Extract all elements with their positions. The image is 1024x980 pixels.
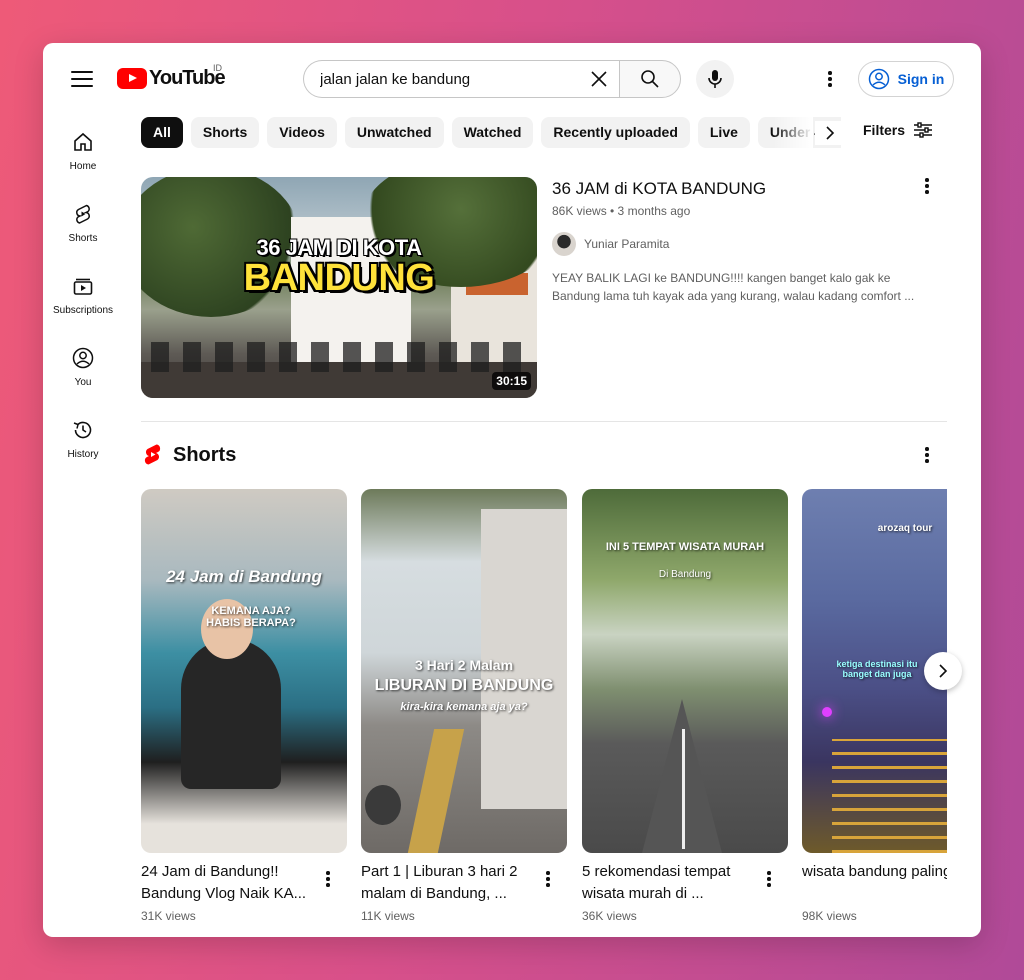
history-icon (73, 421, 92, 438)
chips-next-button[interactable] (815, 121, 845, 145)
clear-search-icon[interactable] (589, 69, 609, 89)
signin-button[interactable]: Sign in (858, 61, 954, 97)
short-overlay-subtext: KEMANA AJA? HABIS BERAPA? (206, 605, 296, 629)
short-sidewalk-line (407, 729, 465, 853)
filter-chips-bar: All Shorts Videos Unwatched Watched Recently … (141, 117, 841, 149)
chip-videos[interactable]: Videos (267, 117, 337, 148)
home-icon (74, 132, 92, 151)
chevron-right-icon (939, 664, 948, 678)
short-overlay-text: INI 5 TEMPAT WISATA MURAH (605, 541, 765, 553)
video-duration: 30:15 (492, 372, 531, 390)
chip-recently-uploaded[interactable]: Recently uploaded (541, 117, 690, 148)
short-thumbnail[interactable]: INI 5 TEMPAT WISATA MURAH Di Bandung (582, 489, 788, 853)
search-box (303, 60, 619, 98)
shorts-more-icon[interactable] (917, 444, 937, 466)
voice-search-button[interactable] (696, 60, 734, 98)
you-icon (72, 347, 94, 368)
short-overlay-subtext: LIBURAN DI BANDUNG (374, 677, 554, 694)
chevron-right-icon (826, 126, 835, 140)
short-card: INI 5 TEMPAT WISATA MURAH Di Bandung 5 r… (582, 489, 788, 923)
short-bridge (832, 739, 947, 853)
chip-all[interactable]: All (141, 117, 183, 148)
video-title[interactable]: 36 JAM di KOTA BANDUNG (552, 179, 766, 199)
short-overlay-caption: kira-kira kemana aja ya? (400, 701, 528, 713)
youtube-logo[interactable]: YouTube ID (117, 63, 226, 90)
shorts-section-header: Shorts (143, 443, 236, 467)
mic-icon (708, 70, 722, 88)
youtube-play-icon (117, 68, 147, 89)
shorts-icon (76, 204, 90, 224)
sidebar-item-shorts[interactable]: Shorts (43, 187, 123, 259)
short-card: 3 Hari 2 Malam LIBURAN DI BANDUNG kira-k… (361, 489, 567, 923)
thumb-motorbikes (151, 342, 531, 372)
filters-button[interactable]: Filters (863, 121, 933, 139)
sidebar-item-home[interactable]: Home (43, 115, 123, 187)
short-title[interactable]: Part 1 | Liburan 3 hari 2 malam di Bandu… (361, 861, 536, 905)
country-code: ID (213, 63, 222, 73)
section-divider (141, 421, 947, 422)
search-input[interactable] (320, 70, 570, 88)
sidebar-item-history[interactable]: History (43, 403, 123, 475)
short-title[interactable]: 5 rekomendasi tempat wisata murah di ... (582, 861, 757, 905)
video-description: YEAY BALIK LAGI ke BANDUNG!!!! kangen ba… (552, 271, 915, 303)
chips-fade (773, 117, 813, 149)
sidebar-item-you[interactable]: You (43, 331, 123, 403)
channel-avatar[interactable] (552, 232, 576, 256)
video-channel[interactable]: Yuniar Paramita (552, 232, 669, 256)
sidebar-label: You (74, 376, 92, 388)
shorts-shelf: 24 Jam di Bandung KEMANA AJA? HABIS BERA… (141, 489, 947, 929)
short-title[interactable]: wisata bandung paling bagus untuk pertam… (802, 861, 947, 883)
video-more-icon[interactable] (917, 175, 937, 197)
short-thumbnail[interactable]: 3 Hari 2 Malam LIBURAN DI BANDUNG kira-k… (361, 489, 567, 853)
chip-shorts[interactable]: Shorts (190, 117, 260, 148)
short-overlay-text: arozaq tour (877, 523, 933, 534)
short-overlay-text: 3 Hari 2 Malam (414, 657, 514, 673)
shorts-heading: Shorts (173, 443, 237, 466)
filters-label: Filters (863, 122, 906, 138)
sidebar-label: Home (69, 160, 97, 172)
short-more-icon[interactable] (541, 868, 555, 890)
short-overlay-subtext: ketiga destinasi itu banget dan juga (836, 659, 918, 679)
search-icon (641, 70, 659, 88)
short-bollard (365, 785, 401, 825)
search-button[interactable] (619, 60, 681, 98)
short-card: 24 Jam di Bandung KEMANA AJA? HABIS BERA… (141, 489, 347, 923)
short-more-icon[interactable] (321, 868, 335, 890)
video-thumbnail[interactable]: 36 JAM DI KOTA BANDUNG 30:15 (141, 177, 537, 398)
sidebar-label: History (67, 448, 99, 460)
chip-live[interactable]: Live (697, 117, 750, 148)
subscriptions-icon (73, 278, 93, 295)
short-road-line (682, 729, 685, 849)
short-overlay-subtext: Di Bandung (658, 569, 712, 580)
short-more-icon[interactable] (762, 868, 776, 890)
youtube-window: YouTube ID Sign in Home Shorts Subscript… (43, 43, 981, 937)
short-title[interactable]: 24 Jam di Bandung!! Bandung Vlog Naik KA… (141, 861, 316, 905)
menu-icon[interactable] (71, 71, 93, 87)
sidebar-item-subscriptions[interactable]: Subscriptions (43, 259, 123, 331)
channel-name[interactable]: Yuniar Paramita (584, 237, 669, 251)
short-thumbnail[interactable]: 24 Jam di Bandung KEMANA AJA? HABIS BERA… (141, 489, 347, 853)
account-icon (868, 68, 889, 90)
sidebar-label: Shorts (68, 232, 98, 244)
short-views: 31K views (141, 909, 196, 923)
short-views: 36K views (582, 909, 637, 923)
short-person (181, 639, 281, 789)
thumb-caption-line2: BANDUNG (243, 257, 435, 299)
short-light (822, 707, 832, 717)
video-meta: 86K views • 3 months ago (552, 204, 691, 218)
chip-watched[interactable]: Watched (451, 117, 534, 148)
short-overlay-text: 24 Jam di Bandung (166, 567, 322, 586)
chip-unwatched[interactable]: Unwatched (344, 117, 444, 148)
shorts-next-button[interactable] (924, 652, 962, 690)
short-views: 11K views (361, 909, 415, 923)
short-views: 98K views (802, 909, 857, 923)
filters-icon (914, 122, 933, 138)
shorts-logo-icon (144, 444, 161, 465)
sidebar-label: Subscriptions (52, 304, 114, 316)
signin-label: Sign in (897, 71, 945, 87)
settings-more-icon[interactable] (820, 67, 840, 91)
sidebar: Home Shorts Subscriptions You History (43, 115, 123, 475)
